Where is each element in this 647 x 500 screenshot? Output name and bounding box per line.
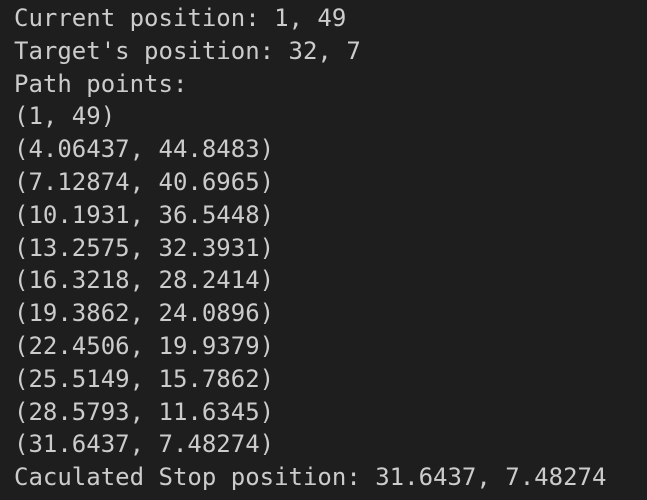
path-point-line: (31.6437, 7.48274)	[14, 430, 275, 459]
path-point-line: (28.5793, 11.6345)	[14, 397, 275, 426]
path-point-line: (7.12874, 40.6965)	[14, 167, 275, 196]
terminal-output: Current position: 1, 49 Target's positio…	[14, 2, 647, 494]
path-point-line: (22.4506, 19.9379)	[14, 331, 275, 360]
path-points-heading: Path points:	[14, 69, 188, 98]
path-point-line: (13.2575, 32.3931)	[14, 233, 275, 262]
current-position-line: Current position: 1, 49	[14, 4, 347, 32]
path-point-line: (16.3218, 28.2414)	[14, 266, 275, 295]
path-point-line: (19.3862, 24.0896)	[14, 299, 275, 328]
stop-position-line: Caculated Stop position: 31.6437, 7.4827…	[14, 463, 607, 492]
terminal-window[interactable]: Current position: 1, 49 Target's positio…	[0, 0, 647, 500]
target-position-line: Target's position: 32, 7	[14, 36, 361, 65]
path-point-line: (1, 49)	[14, 102, 116, 131]
path-point-line: (25.5149, 15.7862)	[14, 364, 275, 393]
path-point-line: (10.1931, 36.5448)	[14, 200, 275, 229]
path-point-line: (4.06437, 44.8483)	[14, 135, 275, 164]
